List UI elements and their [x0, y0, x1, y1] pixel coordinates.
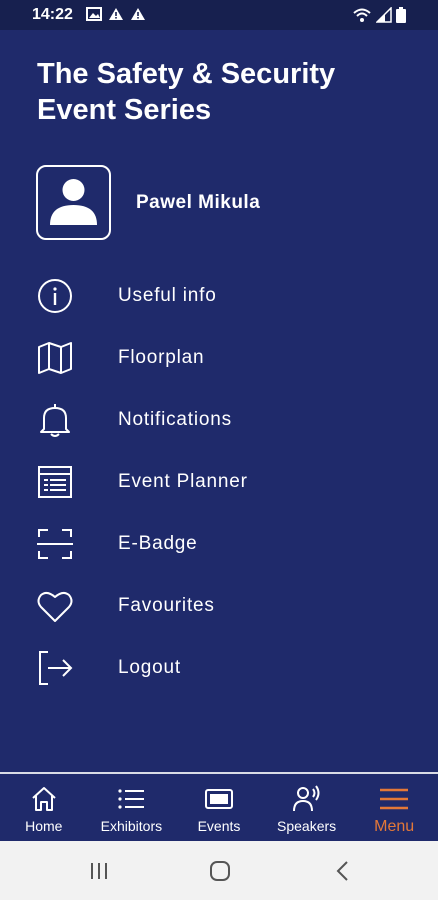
nav-label: Home	[25, 818, 63, 834]
status-notification-icons	[86, 7, 146, 21]
home-icon	[32, 787, 56, 811]
nav-item-menu[interactable]: Menu	[350, 774, 438, 841]
menu-item-label: E-Badge	[118, 533, 198, 554]
nav-item-speakers[interactable]: Speakers	[263, 774, 351, 841]
image-icon	[86, 7, 102, 21]
heart-icon	[37, 591, 73, 622]
nav-label: Events	[197, 818, 241, 834]
status-time: 14:22	[32, 6, 73, 23]
nav-item-events[interactable]: Events	[175, 774, 263, 841]
app-title: The Safety & Security Event Series	[37, 58, 336, 126]
status-system-icons	[352, 7, 406, 23]
menu-item-label: Logout	[118, 657, 181, 678]
menu-item-floorplan[interactable]: Floorplan	[0, 327, 438, 389]
nav-label: Menu	[374, 818, 415, 835]
nav-item-home[interactable]: Home	[0, 774, 88, 841]
menu-item-label: Event Planner	[118, 471, 248, 492]
recents-icon[interactable]	[86, 858, 112, 884]
bottom-nav: Home Exhibitors Events Speakers Menu	[0, 772, 438, 841]
planner-icon	[38, 466, 72, 498]
scan-icon	[37, 529, 73, 559]
nav-label: Exhibitors	[100, 818, 163, 834]
menu-item-label: Floorplan	[118, 347, 205, 368]
list-icon	[118, 789, 145, 809]
menu-item-useful-info[interactable]: Useful info	[0, 265, 438, 327]
user-icon	[50, 179, 97, 225]
wifi-icon	[353, 8, 371, 22]
signal-icon	[376, 7, 392, 23]
menu-icon	[380, 788, 409, 810]
profile-name[interactable]: Pawel Mikula	[136, 192, 260, 214]
menu-item-logout[interactable]: Logout	[0, 637, 438, 699]
menu-item-label: Useful info	[118, 285, 217, 306]
menu-item-notifications[interactable]: Notifications	[0, 389, 438, 451]
profile-avatar[interactable]	[36, 165, 111, 240]
info-icon	[38, 279, 72, 313]
system-nav-bar	[0, 841, 438, 900]
events-icon	[204, 789, 233, 809]
home-circle-icon[interactable]	[207, 858, 233, 884]
map-icon	[38, 342, 72, 374]
menu-item-e-badge[interactable]: E-Badge	[0, 513, 438, 575]
menu-item-favourites[interactable]: Favourites	[0, 575, 438, 637]
bell-icon	[40, 404, 70, 437]
menu-item-event-planner[interactable]: Event Planner	[0, 451, 438, 513]
menu-list: Useful info Floorplan Notifications Even…	[0, 265, 438, 699]
status-bar: 14:22	[0, 0, 438, 30]
battery-icon	[396, 7, 406, 23]
menu-item-label: Notifications	[118, 409, 232, 430]
warning-icon	[109, 8, 123, 20]
menu-item-label: Favourites	[118, 595, 215, 616]
speaker-icon	[292, 785, 320, 812]
back-icon[interactable]	[330, 858, 356, 884]
nav-label: Speakers	[277, 818, 337, 834]
warning-icon	[131, 8, 145, 20]
logout-icon	[39, 651, 73, 685]
nav-item-exhibitors[interactable]: Exhibitors	[88, 774, 176, 841]
drawer-menu: The Safety & Security Event Series Pawel…	[0, 30, 438, 772]
